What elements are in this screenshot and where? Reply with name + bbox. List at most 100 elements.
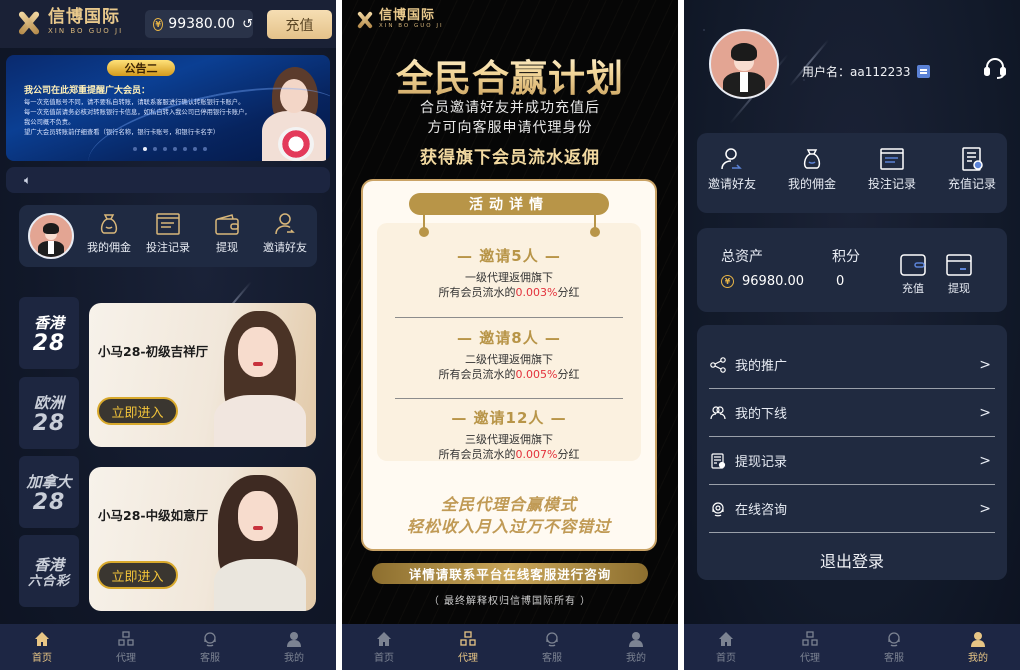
lottery-tab-bottom: 28: [32, 489, 66, 515]
enter-room-button[interactable]: 立即进入: [97, 397, 178, 425]
enter-room-button[interactable]: 立即进入: [97, 561, 178, 589]
tier-text: 分红: [557, 448, 580, 461]
carousel-dot[interactable]: [153, 147, 157, 151]
nav-agent[interactable]: 代理: [426, 624, 510, 670]
chevron-right-icon: >: [979, 500, 991, 517]
carousel-dot[interactable]: [193, 147, 197, 151]
lottery-tab-eu28[interactable]: 欧洲 28: [19, 377, 79, 449]
quick-invite-friends[interactable]: 邀请好友: [697, 146, 767, 192]
lottery-tab-top: 香港: [33, 556, 64, 574]
nav-home[interactable]: 首页: [0, 624, 84, 670]
menu-my-promotion[interactable]: 我的推广 >: [709, 341, 995, 389]
chevron-right-icon: >: [979, 404, 991, 421]
lottery-tab-hk28[interactable]: 香港 28: [19, 297, 79, 369]
top-bar: 信博国际 XIN BO GUO JI ¥ 99380.00 ↺ 充值: [0, 0, 336, 48]
campaign-subtitle: 合员邀请好友并成功充值后: [420, 100, 600, 116]
quick-invite-friends[interactable]: 邀请好友: [257, 211, 313, 255]
nav-agent[interactable]: 代理: [768, 624, 852, 670]
brand-logo[interactable]: 信博国际 XIN BO GUO JI: [14, 9, 123, 35]
quick-recharge-records[interactable]: 充值记录: [937, 146, 1007, 192]
avatar[interactable]: [28, 213, 74, 259]
headset-icon[interactable]: [983, 55, 1007, 79]
tier-line: 所有会员流水的0.005%分红: [377, 367, 641, 382]
nav-service[interactable]: 客服: [510, 624, 594, 670]
invite-user-icon: [272, 211, 298, 237]
quick-my-commission[interactable]: 我的佣金: [81, 211, 137, 255]
contact-service-banner[interactable]: 详情请联系平台在线客服进行咨询: [372, 563, 648, 584]
quick-withdraw[interactable]: 提现: [199, 211, 255, 255]
yuan-coin-icon: ¥: [721, 275, 734, 288]
tier-line: 一级代理返佣旗下: [465, 271, 553, 284]
lottery-tab-bottom: 六合彩: [27, 574, 70, 589]
banner-line: 每一次充值账号不同，请不要私自转账，请联系客服进行确认转账银行卡账户。: [24, 99, 245, 106]
nav-profile[interactable]: 我的: [594, 624, 678, 670]
home-icon: [375, 630, 393, 648]
tier-line: 二级代理返佣旗下: [465, 353, 553, 366]
quick-label: 邀请好友: [707, 177, 756, 191]
nav-profile[interactable]: 我的: [936, 624, 1020, 670]
nav-service[interactable]: 客服: [852, 624, 936, 670]
profile-quick-menu: 邀请好友 我的佣金 投注记录 充值记录: [697, 133, 1007, 213]
withdraw-button[interactable]: 提现: [941, 252, 977, 296]
total-assets-label: 总资产: [721, 249, 763, 265]
nav-label: 客服: [542, 653, 562, 664]
lottery-tab-hk-marksix[interactable]: 香港 六合彩: [19, 535, 79, 607]
copy-icon[interactable]: [916, 65, 930, 78]
carousel-dots[interactable]: [133, 147, 207, 151]
nav-agent[interactable]: 代理: [84, 624, 168, 670]
menu-online-consult[interactable]: 在线咨询 >: [709, 485, 995, 533]
menu-label: 我的下线: [735, 407, 788, 422]
tier-text: 所有会员流水的: [438, 448, 516, 461]
tier-title: — 邀请12人 —: [451, 409, 567, 427]
recharge-button[interactable]: 充值: [267, 10, 332, 39]
brand-name-en: XIN BO GUO JI: [48, 27, 124, 35]
lottery-tab-top: 加拿大: [26, 472, 72, 491]
money-bag-icon: [96, 211, 122, 237]
lottery-tab-bottom: 28: [32, 330, 66, 356]
carousel-dot[interactable]: [173, 147, 177, 151]
home-icon: [33, 630, 51, 648]
nav-label: 代理: [800, 653, 820, 664]
assets-panel: 总资产 ¥ 96980.00 积分 0 充值 提现: [697, 228, 1007, 312]
agent-icon: [459, 630, 477, 648]
nav-home[interactable]: 首页: [342, 624, 426, 670]
bottom-nav: 首页 代理 客服 我的: [342, 624, 678, 670]
tier-rate: 0.007%: [515, 448, 558, 461]
nav-label: 代理: [458, 653, 478, 664]
carousel-dot-active[interactable]: [143, 147, 147, 151]
nav-profile[interactable]: 我的: [252, 624, 336, 670]
tier-item: — 邀请12人 — 三级代理返佣旗下 所有会员流水的0.007%分红: [377, 407, 641, 462]
quick-label: 我的佣金: [787, 177, 836, 191]
menu-withdraw-records[interactable]: 提现记录 >: [709, 437, 995, 485]
lottery-tab-ca28[interactable]: 加拿大 28: [19, 456, 79, 528]
refresh-icon[interactable]: ↺: [242, 17, 253, 32]
quick-bet-records[interactable]: 投注记录: [140, 211, 196, 255]
room-card[interactable]: 小马28-初级吉祥厅 立即进入: [89, 303, 316, 447]
carousel-dot[interactable]: [183, 147, 187, 151]
chevron-right-icon: >: [979, 356, 991, 373]
quick-my-commission[interactable]: 我的佣金: [777, 146, 847, 192]
carousel-dot[interactable]: [203, 147, 207, 151]
logout-button[interactable]: 退出登录: [697, 548, 1007, 572]
avatar[interactable]: [709, 29, 779, 99]
service-icon: [201, 630, 219, 648]
announcement-banner[interactable]: 公告二 我公司在此郑重提醒广大会员： 每一次充值账号不同，请不要私自转账，请联系…: [6, 55, 330, 161]
carousel-dot[interactable]: [163, 147, 167, 151]
decor-peg: [419, 215, 429, 237]
nav-service[interactable]: 客服: [168, 624, 252, 670]
points-value: 0: [836, 274, 845, 289]
menu-my-downline[interactable]: 我的下线 >: [709, 389, 995, 437]
nav-label: 客服: [884, 653, 904, 664]
banner-line: 每一次充值前请务必核对转账银行卡信息，如私自转入我公司已停用银行卡账户，我公司概…: [24, 109, 251, 126]
notice-marquee[interactable]: 🔈︎: [6, 167, 330, 193]
recharge-button[interactable]: 充值: [895, 252, 931, 296]
menu-label: 提现记录: [735, 455, 788, 470]
quick-bet-records[interactable]: 投注记录: [857, 146, 927, 192]
room-card[interactable]: 小马28-中级如意厅 立即进入: [89, 467, 316, 611]
menu-label: 在线咨询: [735, 503, 788, 518]
tier-rate: 0.005%: [515, 368, 558, 381]
nav-home[interactable]: 首页: [684, 624, 768, 670]
decor-peg: [590, 215, 600, 237]
carousel-dot[interactable]: [133, 147, 137, 151]
tier-text: 分红: [557, 286, 580, 299]
